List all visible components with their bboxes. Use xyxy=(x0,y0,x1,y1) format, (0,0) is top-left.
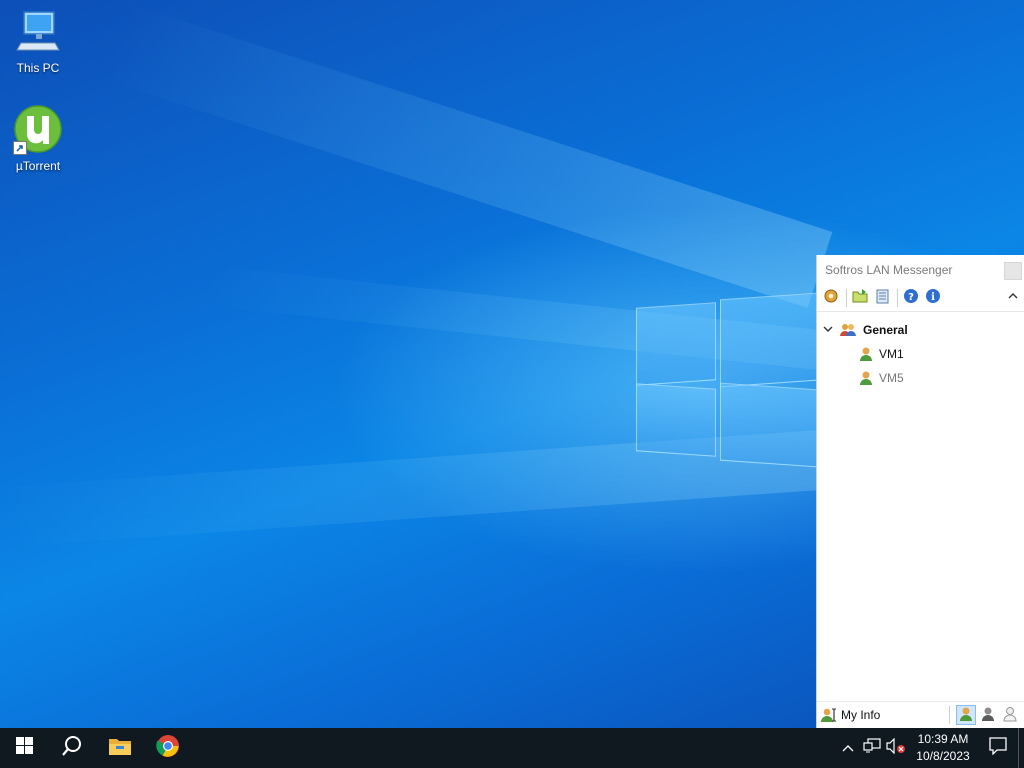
notification-icon xyxy=(989,736,1007,760)
close-button[interactable] xyxy=(1004,262,1022,280)
contact-tree: General VM1 VM5 xyxy=(817,312,1024,390)
help-icon: ? xyxy=(903,288,919,309)
wallpaper-beam xyxy=(103,3,833,309)
collapse-toolbar-icon[interactable] xyxy=(1008,289,1018,303)
chevron-up-icon xyxy=(842,739,854,757)
windows-logo-pane xyxy=(636,302,716,386)
start-button[interactable] xyxy=(0,728,48,768)
action-center-button[interactable] xyxy=(978,728,1018,768)
desktop-icon-label: This PC xyxy=(16,61,60,75)
search-icon xyxy=(61,735,83,762)
status-offline-button[interactable] xyxy=(1000,705,1020,725)
chrome-icon xyxy=(156,734,180,763)
group-general[interactable]: General xyxy=(817,318,1024,342)
user-edit-icon xyxy=(821,707,837,723)
desktop-icon-label: µTorrent xyxy=(15,159,61,173)
network-button[interactable] xyxy=(860,728,884,768)
contact-vm5[interactable]: VM5 xyxy=(817,366,1024,390)
help-button[interactable]: ? xyxy=(901,288,921,308)
status-online-button[interactable] xyxy=(956,705,976,725)
group-users-icon xyxy=(839,322,857,338)
chevron-down-icon[interactable] xyxy=(823,324,835,336)
clock-time: 10:39 AM xyxy=(917,732,969,746)
windows-start-icon xyxy=(15,737,33,759)
search-button[interactable] xyxy=(48,728,96,768)
shortcut-arrow-icon xyxy=(13,141,27,155)
status-separator xyxy=(949,706,950,724)
group-name: General xyxy=(863,323,908,337)
contact-name: VM5 xyxy=(879,371,904,385)
file-explorer-button[interactable] xyxy=(96,728,144,768)
window-title: Softros LAN Messenger xyxy=(825,263,953,277)
messenger-window: Softros LAN Messenger ? i General VM1 VM… xyxy=(816,255,1024,728)
messenger-toolbar: ? i xyxy=(817,285,1024,312)
open-folder-icon xyxy=(852,288,868,309)
svg-text:?: ? xyxy=(908,292,914,303)
contact-name: VM1 xyxy=(879,347,904,361)
windows-logo-pane xyxy=(636,383,716,457)
settings-button[interactable] xyxy=(821,288,841,308)
windows-logo-pane xyxy=(720,292,818,388)
taskbar: 10:39 AM 10/8/2023 xyxy=(0,728,1024,768)
my-info-button[interactable]: My Info xyxy=(817,707,880,723)
info-button[interactable]: i xyxy=(923,288,943,308)
clock-date: 10/8/2023 xyxy=(916,749,970,763)
volume-muted-icon xyxy=(886,737,906,759)
utorrent-icon xyxy=(13,104,63,157)
toolbar-separator xyxy=(897,289,898,307)
settings-icon xyxy=(823,288,839,309)
user-offline-icon xyxy=(1003,706,1017,725)
contact-vm1[interactable]: VM1 xyxy=(817,342,1024,366)
status-switcher xyxy=(949,705,1024,725)
messenger-status-bar: My Info xyxy=(817,701,1024,728)
user-away-icon xyxy=(859,370,873,386)
show-hidden-icons-button[interactable] xyxy=(836,728,860,768)
network-icon xyxy=(863,737,881,759)
taskbar-clock[interactable]: 10:39 AM 10/8/2023 xyxy=(908,731,978,765)
desktop-icon-utorrent[interactable]: µTorrent xyxy=(2,104,74,173)
chrome-button[interactable] xyxy=(144,728,192,768)
user-online-icon xyxy=(959,706,973,725)
system-tray: 10:39 AM 10/8/2023 xyxy=(836,728,1024,768)
user-busy-icon xyxy=(981,706,995,725)
svg-text:i: i xyxy=(931,292,935,303)
messenger-titlebar[interactable]: Softros LAN Messenger xyxy=(817,255,1024,285)
volume-button[interactable] xyxy=(884,728,908,768)
toolbar-separator xyxy=(846,289,847,307)
my-info-label: My Info xyxy=(841,708,881,722)
info-icon: i xyxy=(925,288,941,309)
computer-icon xyxy=(15,11,61,59)
open-folder-button[interactable] xyxy=(850,288,870,308)
message-log-icon xyxy=(874,288,890,309)
folder-icon xyxy=(108,736,132,761)
status-busy-button[interactable] xyxy=(978,705,998,725)
user-online-icon xyxy=(859,346,873,362)
desktop-icon-this-pc[interactable]: This PC xyxy=(2,8,74,75)
show-desktop-button[interactable] xyxy=(1018,728,1024,768)
message-log-button[interactable] xyxy=(872,288,892,308)
windows-logo-pane xyxy=(720,382,818,468)
